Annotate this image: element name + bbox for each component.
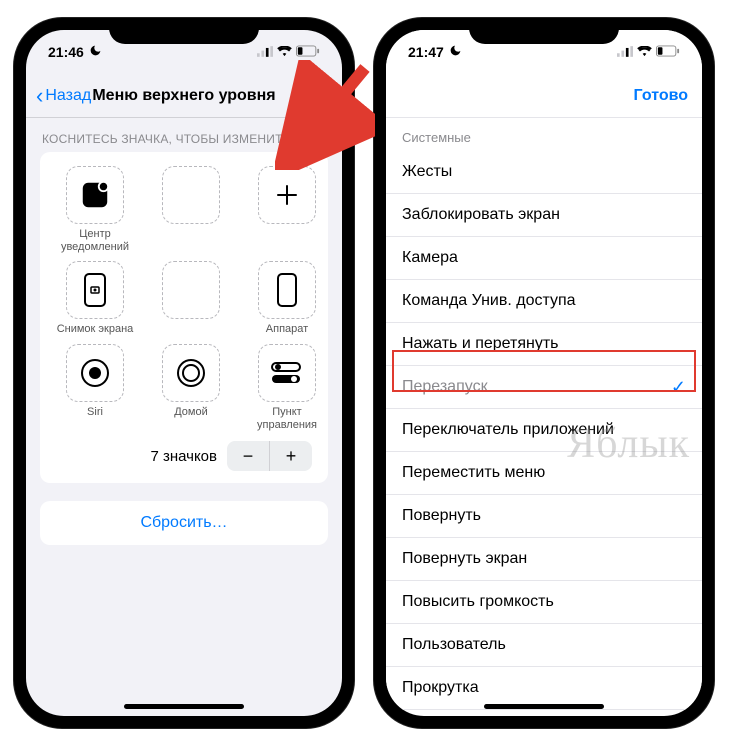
icon-count-stepper[interactable]: − +	[227, 441, 312, 471]
done-label: Готово	[634, 87, 688, 104]
page-title: Меню верхнего уровня	[92, 87, 275, 105]
list-item[interactable]: Переключатель приложений	[386, 409, 702, 452]
back-button[interactable]: ‹ Назад	[36, 85, 91, 107]
moon-icon	[449, 44, 462, 60]
icon-screenshot[interactable]: Снимок экрана	[50, 261, 140, 336]
back-label: Назад	[45, 87, 91, 105]
list-item[interactable]: Камера	[386, 237, 702, 280]
list-section-system: Системные	[386, 118, 702, 151]
checkmark-icon: ✓	[671, 377, 686, 398]
list-section-control: Пункт управления	[386, 710, 702, 716]
icon-device[interactable]: Аппарат	[242, 261, 332, 336]
nav-bar: ‹ Назад Меню верхнего уровня	[26, 74, 342, 118]
notch	[109, 18, 259, 44]
icon-empty-2[interactable]	[146, 261, 236, 336]
section-header: КОСНИТЕСЬ ЗНАЧКА, ЧТОБЫ ИЗМЕНИТЬ:	[26, 118, 342, 152]
cellular-icon	[617, 44, 633, 60]
icon-notification-center[interactable]: Центр уведомлений	[50, 166, 140, 253]
list-item[interactable]: Переместить меню	[386, 452, 702, 495]
reset-button[interactable]: Сбросить…	[40, 501, 328, 545]
list-item[interactable]: Заблокировать экран	[386, 194, 702, 237]
list-item[interactable]: Нажать и перетянуть	[386, 323, 702, 366]
list-item-restart[interactable]: Перезапуск ✓	[386, 366, 702, 409]
list-item[interactable]: Жесты	[386, 151, 702, 194]
stepper-plus[interactable]: +	[270, 441, 312, 471]
icon-grid-card: Центр уведомлений	[40, 152, 328, 483]
list-item[interactable]: Пользователь	[386, 624, 702, 667]
status-time: 21:46	[48, 44, 84, 60]
home-indicator[interactable]	[484, 704, 604, 709]
reset-label: Сбросить…	[140, 514, 227, 532]
options-list[interactable]: Системные Жесты Заблокировать экран Каме…	[386, 118, 702, 716]
battery-icon	[296, 44, 320, 60]
chevron-left-icon: ‹	[36, 85, 43, 107]
home-indicator[interactable]	[124, 704, 244, 709]
status-time: 21:47	[408, 44, 444, 60]
list-item[interactable]: Команда Унив. доступа	[386, 280, 702, 323]
list-item[interactable]: Повысить громкость	[386, 581, 702, 624]
phone-right: 21:47	[374, 18, 714, 728]
nav-bar: Готово	[386, 74, 702, 118]
moon-icon	[89, 44, 102, 60]
icon-count-label: 7 значков	[150, 448, 217, 465]
icon-control-center[interactable]: Пункт управления	[242, 344, 332, 431]
phone-left: 21:46	[14, 18, 354, 728]
list-item[interactable]: Повернуть	[386, 495, 702, 538]
plus-icon	[271, 179, 303, 211]
battery-icon	[656, 44, 680, 60]
wifi-icon	[277, 44, 292, 60]
notch	[469, 18, 619, 44]
icon-home[interactable]: Домой	[146, 344, 236, 431]
list-item[interactable]: Повернуть экран	[386, 538, 702, 581]
icon-add-slot[interactable]	[242, 166, 332, 253]
done-button[interactable]: Готово	[634, 87, 688, 105]
stepper-minus[interactable]: −	[227, 441, 269, 471]
wifi-icon	[637, 44, 652, 60]
icon-empty-1[interactable]	[146, 166, 236, 253]
cellular-icon	[257, 44, 273, 60]
icon-siri[interactable]: Siri	[50, 344, 140, 431]
